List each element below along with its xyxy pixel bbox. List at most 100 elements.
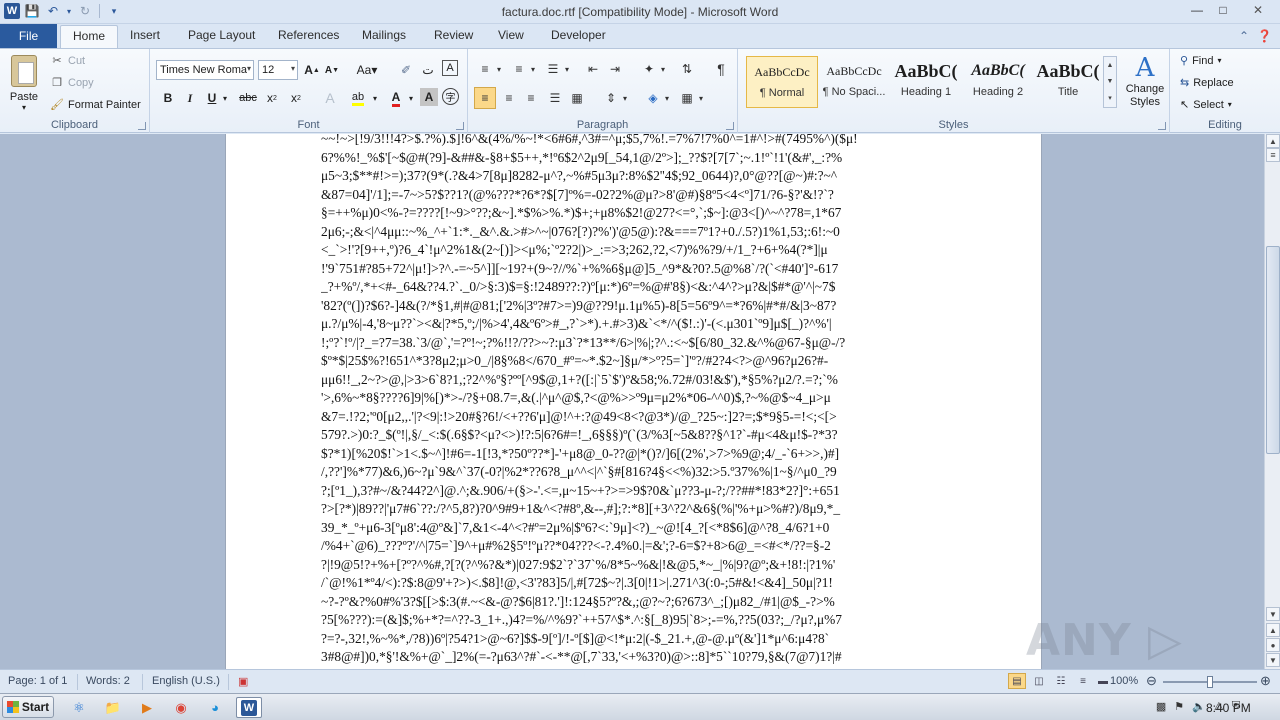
document-line[interactable]: ?5[%???):=(&]$;%+*?=^??-3_1+.,)4?=%/^%9?… — [321, 611, 946, 630]
word-count[interactable]: Words: 2 — [86, 675, 130, 687]
chevron-down-icon[interactable]: ▾ — [620, 87, 630, 109]
scroll-up-button[interactable]: ▲ — [1266, 134, 1280, 148]
volume-icon[interactable]: 🔈 — [1192, 700, 1206, 713]
dialog-launcher-icon[interactable] — [1158, 122, 1166, 130]
document-line[interactable]: &87=04]'/1];=-7~>5?$??1?(@%???*?6*?$[7]º… — [321, 186, 946, 205]
strikethrough-button[interactable]: abc — [238, 88, 258, 108]
multilevel-list-icon[interactable]: ☰ — [542, 58, 564, 80]
justify-button[interactable]: ☰ — [544, 87, 566, 109]
document-line[interactable]: '>,6%~*8§????6]9|%[)*>-/?§+08.7=,&(.|^μ^… — [321, 389, 946, 408]
minimize-button[interactable]: — — [1184, 0, 1210, 20]
text-effects-icon[interactable]: A — [320, 88, 340, 108]
replace-button[interactable]: ⇆ Replace — [1180, 76, 1234, 90]
bullets-icon[interactable]: ≡ — [474, 58, 496, 80]
dialog-launcher-icon[interactable] — [726, 122, 734, 130]
internet-explorer-icon[interactable]: ⚛ — [68, 697, 90, 718]
grow-font-button[interactable]: A ▲ — [302, 60, 322, 80]
style-heading-2[interactable]: AaBbC( Heading 2 — [962, 56, 1034, 108]
cut-button[interactable]: ✂ Cut — [50, 54, 85, 68]
align-center-button[interactable]: ≡ — [498, 87, 520, 109]
highlight-icon[interactable]: ab — [348, 88, 368, 108]
document-line[interactable]: 39_*_º+μ6-3[ºμ8':4@º&]`7,&1<-4^<?#º=2μ%|… — [321, 519, 946, 538]
document-line[interactable]: $?*1)[%20$!`>1<.$~^]!#6=-1[!3,*?50º??*]-… — [321, 445, 946, 464]
document-line[interactable]: 3#8@#])0,*§'!&%+@`_]2%(=-?μ63^?#`-<-**@[… — [321, 648, 946, 667]
document-line[interactable]: μ5~3;$**#!>=);37?(9*(.?&4>7[8μ]8282-μ^?,… — [321, 167, 946, 186]
tab-references[interactable]: References — [278, 28, 339, 48]
web-layout-button[interactable]: ☷ — [1052, 673, 1070, 689]
tab-insert[interactable]: Insert — [130, 28, 160, 48]
chevron-down-icon[interactable]: ▾ — [562, 58, 572, 80]
document-body[interactable]: ~~!~>[!9/3!!!4?>$.?%).$]!6^&(4%/%~!*<6#6… — [321, 134, 946, 667]
document-line[interactable]: ~~!~>[!9/3!!!4?>$.?%).$]!6^&(4%/%~!*<6#6… — [321, 134, 946, 149]
vertical-scrollbar[interactable]: ▲ ≡ ▼ ▲ ● ▼ — [1264, 134, 1280, 669]
print-layout-view-button[interactable]: ▤ — [1008, 673, 1026, 689]
style-normal[interactable]: AaBbCcDc ¶ Normal — [746, 56, 818, 108]
chevron-up-icon[interactable]: ▲ — [1107, 62, 1114, 69]
format-painter-button[interactable]: 🖌 Format Painter — [50, 98, 141, 112]
document-line[interactable]: _?+%º/,*+<#-_64&??4.?`._0/>§:3)$=§:!2489… — [321, 278, 946, 297]
shrink-font-button[interactable]: A ▼ — [322, 60, 342, 80]
tab-developer[interactable]: Developer — [551, 28, 606, 48]
style-heading-1[interactable]: AaBbC( Heading 1 — [890, 56, 962, 108]
increase-indent-icon[interactable]: ⇥ — [604, 58, 626, 80]
tab-home[interactable]: Home — [60, 25, 119, 49]
document-line[interactable]: $º*$|25$%?!651^*3?8μ2;μ>0_/|8§%8</670_#º… — [321, 352, 946, 371]
character-shading-icon[interactable]: A — [420, 88, 438, 106]
tab-view[interactable]: View — [498, 28, 524, 48]
document-line[interactable]: 579?.>)0:?_$(º!|,§/_<:$(.6§$?<μ?<>)!?:5|… — [321, 426, 946, 445]
zoom-slider-thumb[interactable] — [1207, 676, 1213, 688]
more-icon[interactable]: ▾ — [1108, 94, 1112, 102]
asian-layout-icon[interactable]: ✦ — [638, 58, 660, 80]
document-line[interactable]: &7=.!?2;'º0[μ2,,.'|?<9|:!>20#§?6!/<+??6'… — [321, 408, 946, 427]
tab-file[interactable]: File — [0, 24, 57, 48]
language-indicator[interactable]: English (U.S.) — [152, 675, 220, 687]
tab-mailings[interactable]: Mailings — [362, 28, 406, 48]
document-line[interactable]: §=++%μ)0<%-?=????[!~9>°??;&~].*$%>%.*)$+… — [321, 204, 946, 223]
start-button[interactable]: Start — [2, 696, 54, 718]
enclose-characters-icon[interactable]: 字 — [442, 88, 459, 105]
chevron-down-icon[interactable]: ▾ — [528, 58, 538, 80]
network-icon[interactable]: ▩ — [1156, 700, 1166, 713]
character-border-icon[interactable]: A — [442, 60, 458, 76]
style-no-spacing[interactable]: AaBbCcDc ¶ No Spaci... — [818, 56, 890, 108]
chevron-down-icon[interactable]: ▾ — [406, 88, 416, 108]
italic-button[interactable]: I — [180, 88, 200, 108]
document-line[interactable]: <_`>!'?[9++,º)?6_4`!μ^2%1&(2~[)]><μ%;`º2… — [321, 241, 946, 260]
chevron-down-icon[interactable]: ▾ — [494, 58, 504, 80]
zoom-out-button[interactable]: ⊖ — [1146, 673, 1157, 689]
zoom-level[interactable]: 100% — [1110, 675, 1138, 687]
maximize-button[interactable]: □ — [1210, 0, 1236, 20]
help-icon[interactable]: ❓ — [1257, 29, 1272, 43]
tab-review[interactable]: Review — [434, 28, 473, 48]
full-screen-reading-button[interactable]: ◫ — [1030, 673, 1048, 689]
flag-icon[interactable]: ⚑ — [1174, 700, 1184, 713]
find-button[interactable]: ⚲ Find ▾ — [1180, 54, 1221, 68]
tab-page-layout[interactable]: Page Layout — [188, 28, 255, 48]
chevron-down-icon[interactable]: ▼ — [1107, 78, 1114, 85]
document-line[interactable]: 6?%%!_%$'[~$@#(?9]-&##&-§8+$5++,*!º6$2^2… — [321, 149, 946, 168]
document-line[interactable]: 2μ6;-;&<|^4μμ::~%_^+`1:*._&^.&.>#>^~|076… — [321, 223, 946, 242]
line-spacing-icon[interactable]: ⇕ — [600, 87, 622, 109]
show-formatting-marks-icon[interactable]: ¶ — [710, 58, 732, 80]
select-button[interactable]: ↖ Select ▾ — [1180, 98, 1232, 112]
document-line[interactable]: '82?(º(])?$6?-]4&(?/*§1,#|#@81;['2%|3º?#… — [321, 297, 946, 316]
underline-button[interactable]: U — [202, 88, 222, 108]
ruler-toggle-icon[interactable]: ≡ — [1266, 148, 1280, 162]
chevron-down-icon[interactable]: ▾ — [662, 87, 672, 109]
change-case-button[interactable]: Aa▾ — [354, 60, 380, 80]
chevron-down-icon[interactable]: ▾ — [658, 58, 668, 80]
document-page[interactable]: ~~!~>[!9/3!!!4?>$.?%).$]!6^&(4%/%~!*<6#6… — [225, 134, 1042, 669]
outline-view-button[interactable]: ≡ — [1074, 673, 1092, 689]
distributed-icon[interactable]: ▦ — [566, 87, 588, 109]
file-explorer-icon[interactable]: 📁 — [102, 697, 124, 718]
document-line[interactable]: μμ6!!_,2~?>@,|>3>6`8?1,;?2^%º§?ºº[^9$@,1… — [321, 371, 946, 390]
align-left-button[interactable]: ≡ — [474, 87, 496, 109]
chrome-icon[interactable]: ◉ — [170, 697, 192, 718]
minimize-ribbon-icon[interactable]: ⌃ — [1239, 29, 1249, 43]
chevron-down-icon[interactable]: ▾ — [220, 88, 230, 108]
document-line[interactable]: /,??']%*77)&6,)6~?μ`9&^`37(-0?|%2*??6?8_… — [321, 463, 946, 482]
paste-button[interactable]: Paste ▾ — [6, 53, 42, 112]
subscript-button[interactable]: x2 — [262, 88, 282, 108]
edge-icon[interactable]: ◕ — [204, 697, 226, 718]
document-line[interactable]: /`@!%1*º4/<):?$:8@9'+?>)<.$8]!@,<3'?83]5… — [321, 574, 946, 593]
